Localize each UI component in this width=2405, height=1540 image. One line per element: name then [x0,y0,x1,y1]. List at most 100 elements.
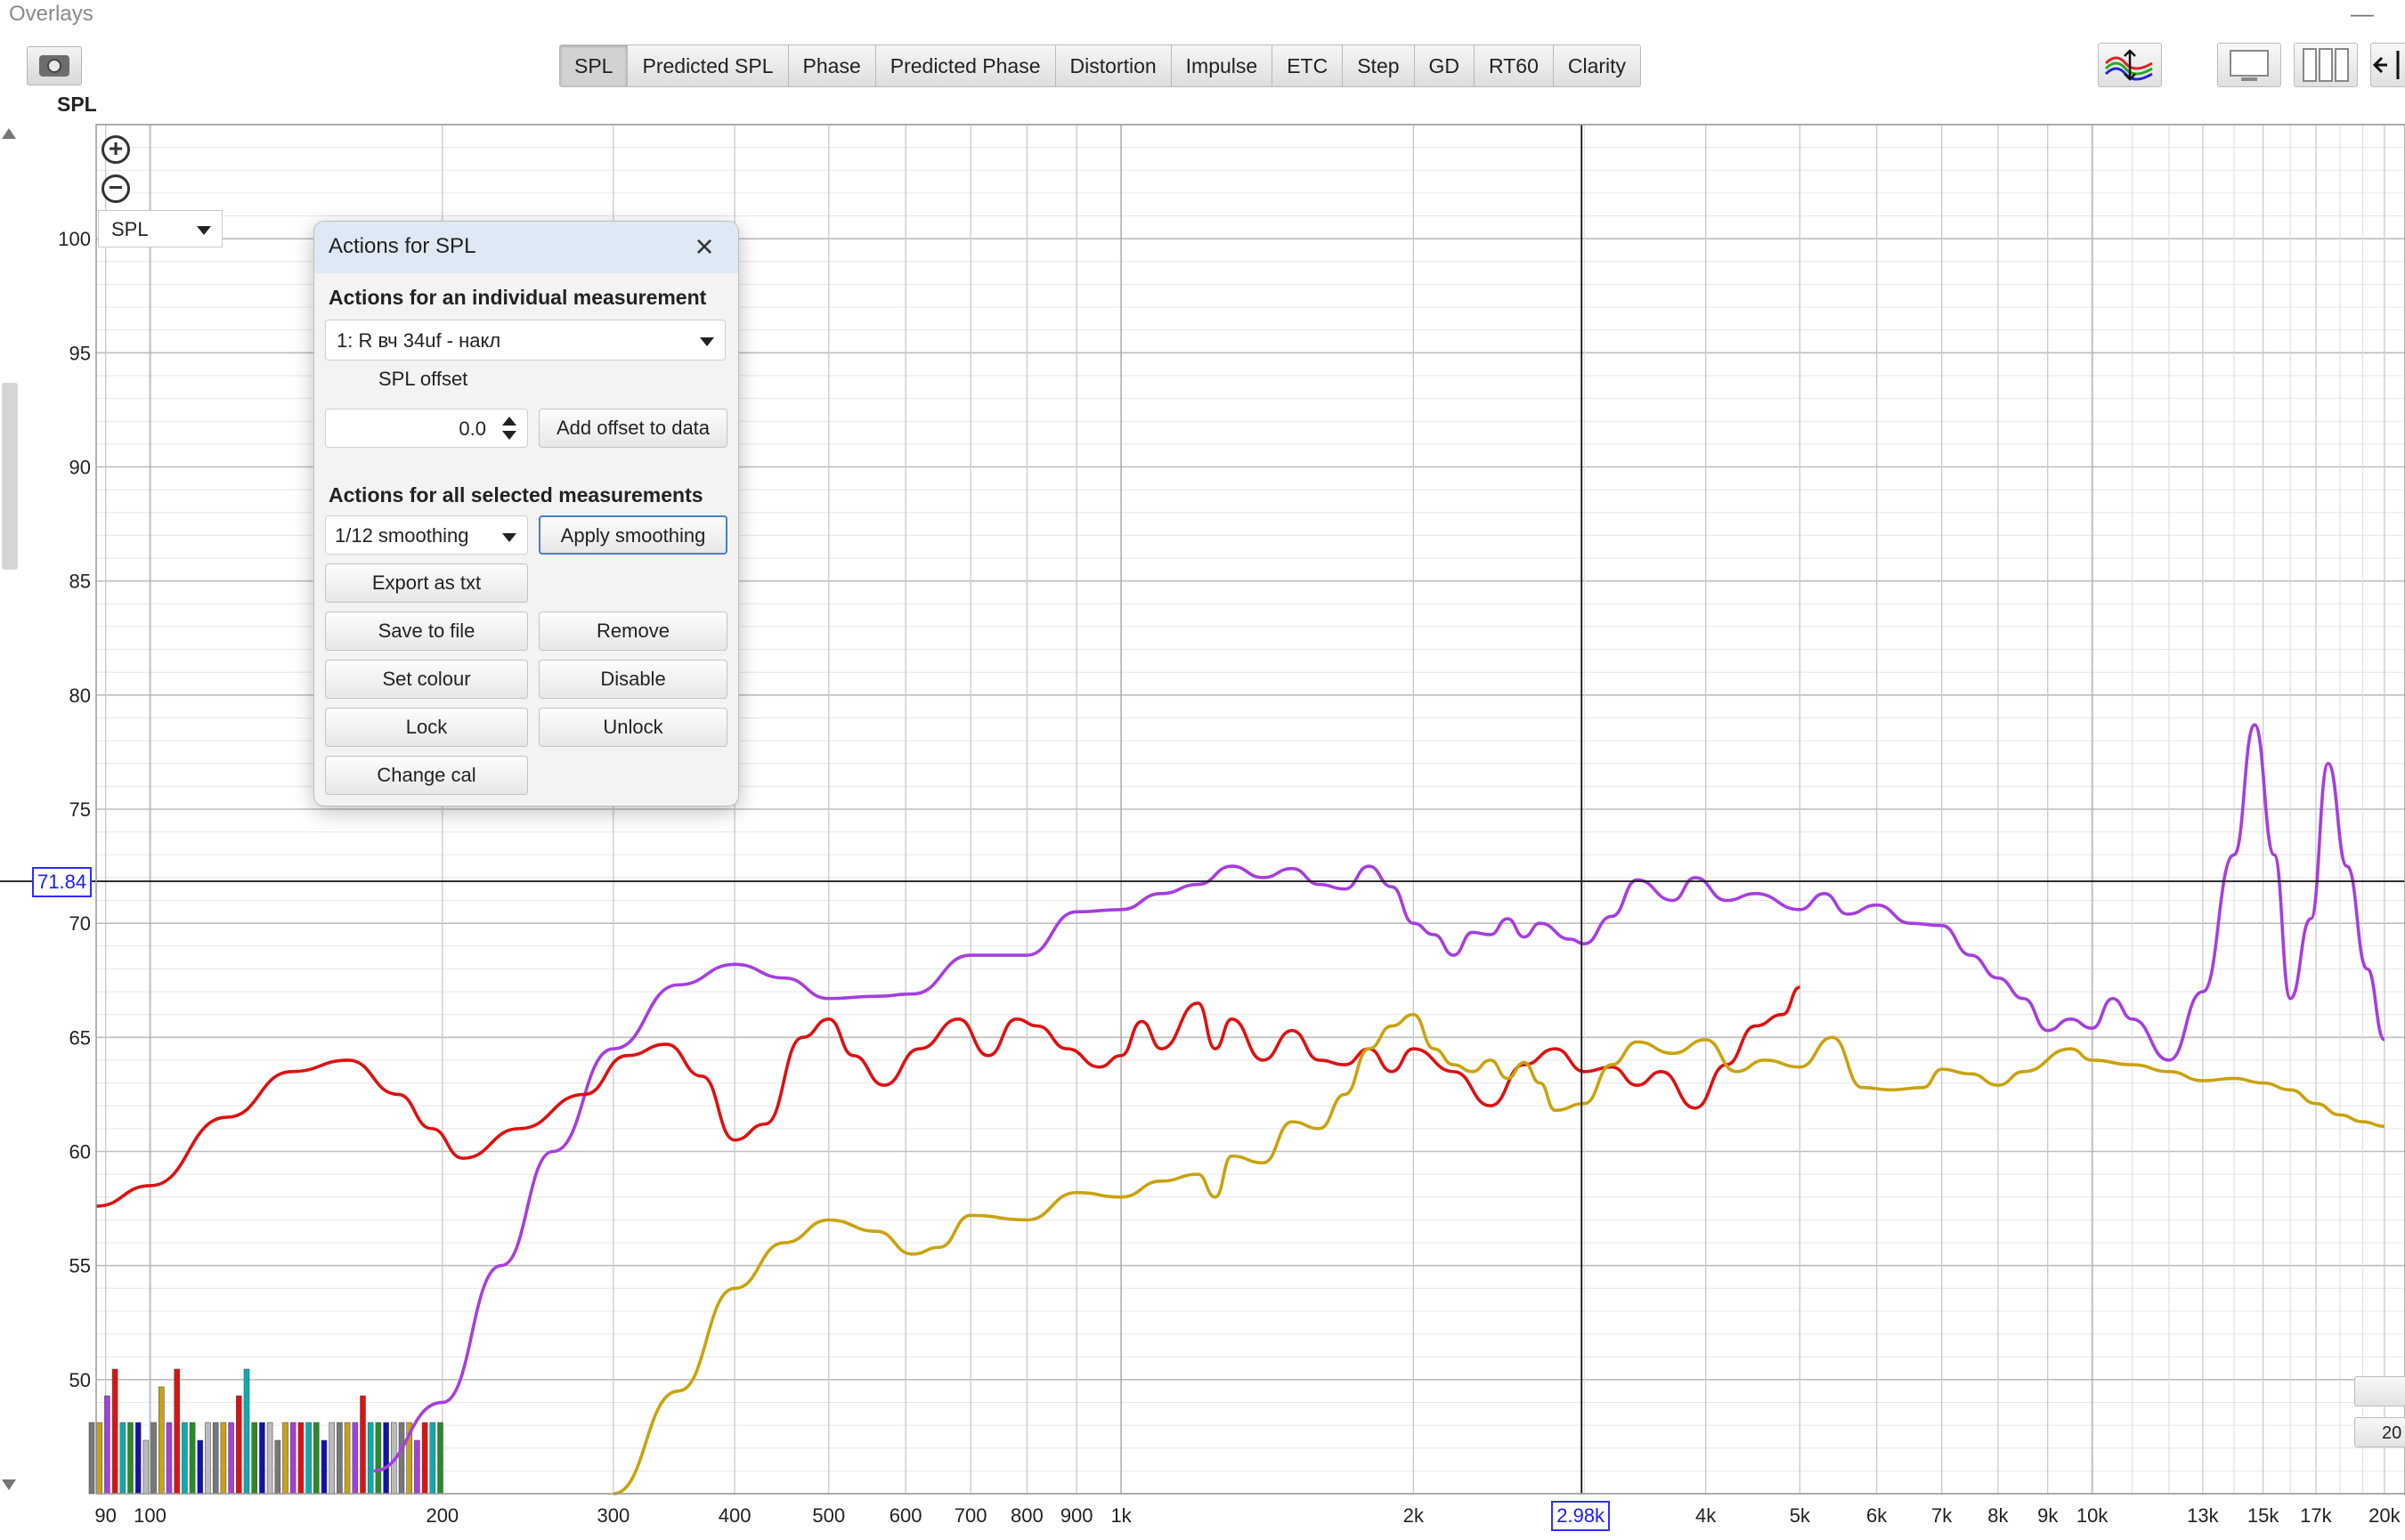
level-bar [220,1422,227,1495]
x-tick-label: 13k [2187,1504,2219,1527]
x-tick-label: 100 [134,1504,167,1527]
apply-smoothing-button[interactable]: Apply smoothing [539,515,727,555]
y-tick-label: 55 [69,1255,91,1277]
set-colour-button[interactable]: Set colour [325,660,528,699]
level-bar [174,1368,180,1495]
level-bar [375,1422,382,1495]
x-tick-label: 1k [1110,1504,1132,1527]
level-bar [414,1439,420,1495]
export-txt-button[interactable]: Export as txt [325,563,528,603]
smoothing-select[interactable]: 1/12 smoothing [325,515,528,555]
level-bar [158,1386,165,1495]
level-bar [305,1422,312,1495]
level-bar [289,1422,297,1495]
x-tick-label: 5k [1790,1504,1811,1527]
x-tick-label: 2k [1403,1504,1425,1527]
level-bar [142,1439,150,1495]
x-cursor-readout: 2.98k [1551,1501,1611,1531]
x-tick-label: 700 [955,1504,987,1527]
y-tick-label: 95 [69,342,91,364]
level-bar [297,1422,305,1495]
level-bar [398,1422,405,1495]
x-tick-label: 20k [2368,1504,2401,1527]
x-tick-label: 6k [1866,1504,1888,1527]
series-line-purple [373,723,2386,1473]
save-to-file-button[interactable]: Save to file [325,612,528,651]
level-bar [266,1422,273,1495]
spl-offset-field[interactable]: 0.0 [325,409,528,448]
level-bar [274,1439,281,1495]
level-bar [437,1422,443,1495]
lock-button[interactable]: Lock [325,708,528,747]
level-bar [166,1422,173,1495]
y-tick-label: 85 [69,571,91,593]
level-bar [134,1422,142,1495]
x-tick-label: 900 [1060,1504,1093,1527]
level-bar [96,1422,102,1495]
x-tick-label: 7k [1931,1504,1953,1527]
zoom-in-icon[interactable]: + [102,135,130,164]
y-tick-label: 65 [69,1026,91,1049]
zoom-out-icon[interactable]: − [102,174,130,203]
x-tick-label: 17k [2300,1504,2332,1527]
level-bar [88,1422,95,1495]
remove-button[interactable]: Remove [539,612,727,651]
dialog-header: Actions for SPL × [314,222,738,273]
level-bar [313,1422,320,1495]
y-tick-label: 60 [69,1141,91,1163]
y-tick-label: 90 [69,457,91,479]
level-bar [421,1422,428,1495]
x-tick-label: 400 [719,1504,752,1527]
x-tick-label: 90 [94,1504,116,1527]
measurement-select-value: 1: R вч 34uf - накл [337,329,501,352]
section-all-heading: Actions for all selected measurements [329,483,703,507]
level-bar [321,1439,328,1495]
spl-offset-label: SPL offset [378,368,468,390]
level-bar [235,1395,242,1495]
x-tick-label: 8k [1987,1504,2009,1527]
y-axis-select[interactable]: SPL [98,210,223,247]
level-bar [360,1395,366,1495]
x-tick-label: 15k [2247,1504,2279,1527]
x-tick-label: 300 [597,1504,630,1527]
change-cal-button[interactable]: Change cal [325,756,528,795]
y-tick-label: 70 [69,912,91,935]
series-line-yellow [613,1012,2385,1495]
level-bar [150,1422,157,1495]
actions-dialog: Actions for SPL × Actions for an individ… [313,221,739,806]
unlock-button[interactable]: Unlock [539,708,727,747]
level-bar [337,1422,343,1495]
chevron-down-icon [700,337,714,346]
spl-offset-value: 0.0 [459,417,486,440]
level-bar [127,1422,134,1495]
spin-down-icon[interactable] [502,431,516,440]
measurement-select[interactable]: 1: R вч 34uf - накл [325,320,726,361]
level-bar [189,1422,196,1495]
level-bar [344,1422,351,1495]
series-line-red [95,985,1800,1208]
disable-button[interactable]: Disable [539,660,727,699]
right-edge-button-2[interactable]: 20 [2354,1417,2405,1447]
level-bar [429,1422,436,1495]
level-bar [367,1422,374,1495]
x-tick-label: 500 [812,1504,845,1527]
chevron-down-icon [197,226,211,235]
y-tick-label: 75 [69,798,91,821]
level-bar [259,1422,265,1495]
y-cursor-readout: 71.84 [32,867,93,897]
smoothing-select-value: 1/12 smoothing [335,524,469,547]
section-individual-heading: Actions for an individual measurement [329,286,707,309]
x-tick-label: 9k [2037,1504,2059,1527]
chevron-down-icon [502,533,516,542]
close-icon[interactable]: × [687,229,722,264]
spin-up-icon[interactable] [502,417,516,426]
x-tick-label: 10k [2076,1504,2108,1527]
x-tick-label: 200 [426,1504,459,1527]
x-tick-label: 800 [1011,1504,1044,1527]
level-bar [205,1422,211,1495]
x-tick-label: 4k [1695,1504,1717,1527]
level-bar [243,1368,250,1495]
add-offset-button[interactable]: Add offset to data [539,409,727,448]
right-edge-button-1[interactable] [2354,1376,2405,1406]
level-bar [119,1422,126,1495]
